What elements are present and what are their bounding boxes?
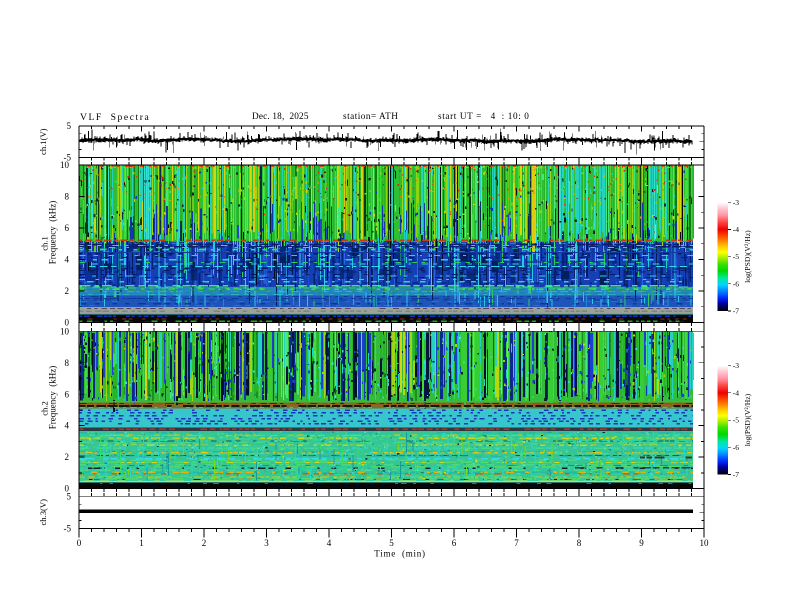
svg-text:-5: -5: [64, 524, 72, 534]
svg-text:Time (min): Time (min): [374, 549, 425, 559]
svg-text:5: 5: [67, 491, 72, 501]
svg-text:10: 10: [700, 538, 710, 548]
svg-text:5: 5: [67, 121, 72, 131]
svg-text:2: 2: [65, 452, 70, 462]
svg-text:-5: -5: [733, 416, 740, 425]
svg-text:station= ATH: station= ATH: [343, 111, 398, 121]
svg-text:log(PSD)(V²/Hz): log(PSD)(V²/Hz): [743, 230, 752, 283]
svg-text:10: 10: [60, 326, 70, 336]
svg-text:7: 7: [514, 538, 519, 548]
svg-text:Frequency (kHz): Frequency (kHz): [48, 201, 58, 264]
svg-text:4: 4: [327, 538, 332, 548]
svg-text:-6: -6: [733, 443, 740, 452]
svg-text:6: 6: [452, 538, 457, 548]
svg-text:8: 8: [65, 358, 70, 368]
svg-text:-6: -6: [733, 279, 740, 288]
svg-text:VLF Spectra: VLF Spectra: [80, 112, 150, 123]
svg-text:-4: -4: [733, 225, 740, 234]
svg-text:ch.1(V): ch.1(V): [38, 128, 48, 155]
svg-text:4: 4: [65, 255, 70, 265]
svg-text:Dec. 18, 2025: Dec. 18, 2025: [252, 111, 309, 121]
svg-text:-3: -3: [733, 361, 740, 370]
svg-text:6: 6: [65, 389, 70, 399]
svg-text:-4: -4: [733, 388, 740, 397]
svg-text:6: 6: [65, 223, 70, 233]
svg-text:2: 2: [202, 538, 207, 548]
svg-text:start UT = 4 : 10: 0: start UT = 4 : 10: 0: [438, 111, 530, 121]
svg-text:9: 9: [639, 538, 644, 548]
svg-text:3: 3: [264, 538, 269, 548]
svg-text:8: 8: [65, 192, 70, 202]
svg-text:ch.3(V): ch.3(V): [38, 499, 48, 526]
svg-text:8: 8: [577, 538, 582, 548]
svg-text:0: 0: [77, 538, 82, 548]
svg-text:5: 5: [389, 538, 394, 548]
svg-text:-7: -7: [733, 470, 740, 479]
svg-text:2: 2: [65, 286, 70, 296]
svg-text:-5: -5: [733, 252, 740, 261]
svg-text:-3: -3: [733, 198, 740, 207]
svg-text:4: 4: [65, 421, 70, 431]
svg-text:-7: -7: [733, 307, 740, 316]
svg-text:Frequency (kHz): Frequency (kHz): [48, 366, 58, 429]
svg-text:log(PSD)(V²/Hz): log(PSD)(V²/Hz): [743, 393, 752, 446]
svg-text:1: 1: [139, 538, 144, 548]
svg-text:10: 10: [60, 160, 70, 170]
